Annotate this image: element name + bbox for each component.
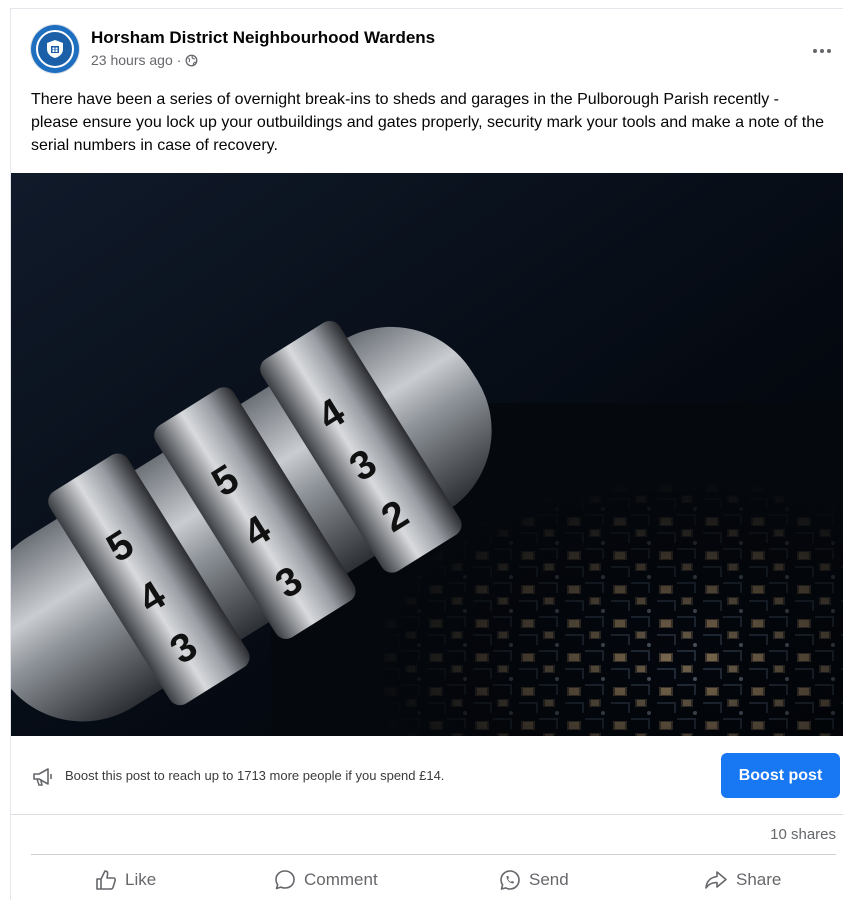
megaphone-icon xyxy=(33,768,52,786)
boost-post-button[interactable]: Boost post xyxy=(721,753,840,798)
share-arrow-icon xyxy=(705,871,727,889)
whatsapp-icon xyxy=(500,870,520,890)
boost-message: Boost this post to reach up to 1713 more… xyxy=(65,768,445,783)
page-name-link[interactable]: Horsham District Neighbourhood Wardens xyxy=(91,28,435,48)
send-button[interactable]: Send xyxy=(499,863,569,897)
thumbs-up-icon xyxy=(96,870,116,890)
comment-label: Comment xyxy=(304,870,378,889)
post-timestamp[interactable]: 23 hours ago xyxy=(91,52,173,68)
post-text: There have been a series of overnight br… xyxy=(31,91,825,154)
share-label: Share xyxy=(736,870,782,889)
shield-logo-icon xyxy=(36,30,74,68)
post-meta: 23 hours ago · xyxy=(91,52,198,68)
like-label: Like xyxy=(125,870,157,889)
share-button[interactable]: Share xyxy=(704,863,781,897)
like-button[interactable]: Like xyxy=(95,863,156,897)
shares-count[interactable]: 10 shares xyxy=(770,826,836,843)
boost-bar: Boost this post to reach up to 1713 more… xyxy=(11,736,843,815)
post-header: Horsham District Neighbourhood Wardens 2… xyxy=(31,23,831,75)
comment-button[interactable]: Comment xyxy=(274,863,378,897)
globe-icon[interactable] xyxy=(185,54,198,67)
post-card: Horsham District Neighbourhood Wardens 2… xyxy=(10,8,843,900)
comment-icon xyxy=(275,870,295,890)
action-bar: Like Comment Send Share xyxy=(31,854,836,901)
more-options-icon[interactable] xyxy=(807,41,837,61)
meta-separator: · xyxy=(176,52,182,68)
send-label: Send xyxy=(529,870,569,889)
page-avatar[interactable] xyxy=(31,25,79,73)
post-image[interactable]: 5 4 3 5 4 3 4 3 2 xyxy=(11,173,843,736)
